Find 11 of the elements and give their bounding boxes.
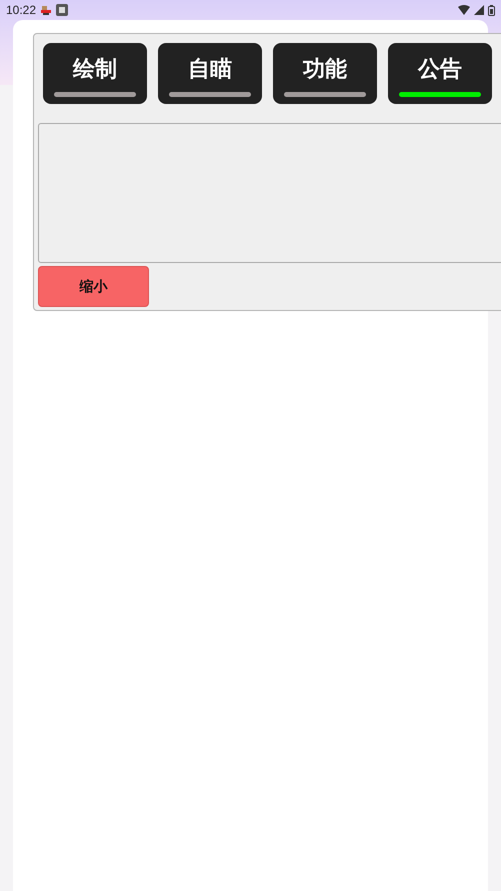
tab[interactable]: 功能	[273, 43, 377, 104]
tab[interactable]: 自瞄	[158, 43, 262, 104]
status-time: 10:22	[6, 2, 36, 19]
app-icon	[56, 4, 68, 16]
shrink-button[interactable]: 缩小	[38, 266, 149, 307]
notice-box[interactable]	[38, 123, 501, 263]
wifi-icon	[458, 5, 470, 15]
signal-icon	[474, 5, 484, 15]
tab[interactable]: 绘制	[43, 43, 147, 104]
tab[interactable]: 公告	[388, 43, 492, 104]
battery-icon	[488, 4, 495, 16]
